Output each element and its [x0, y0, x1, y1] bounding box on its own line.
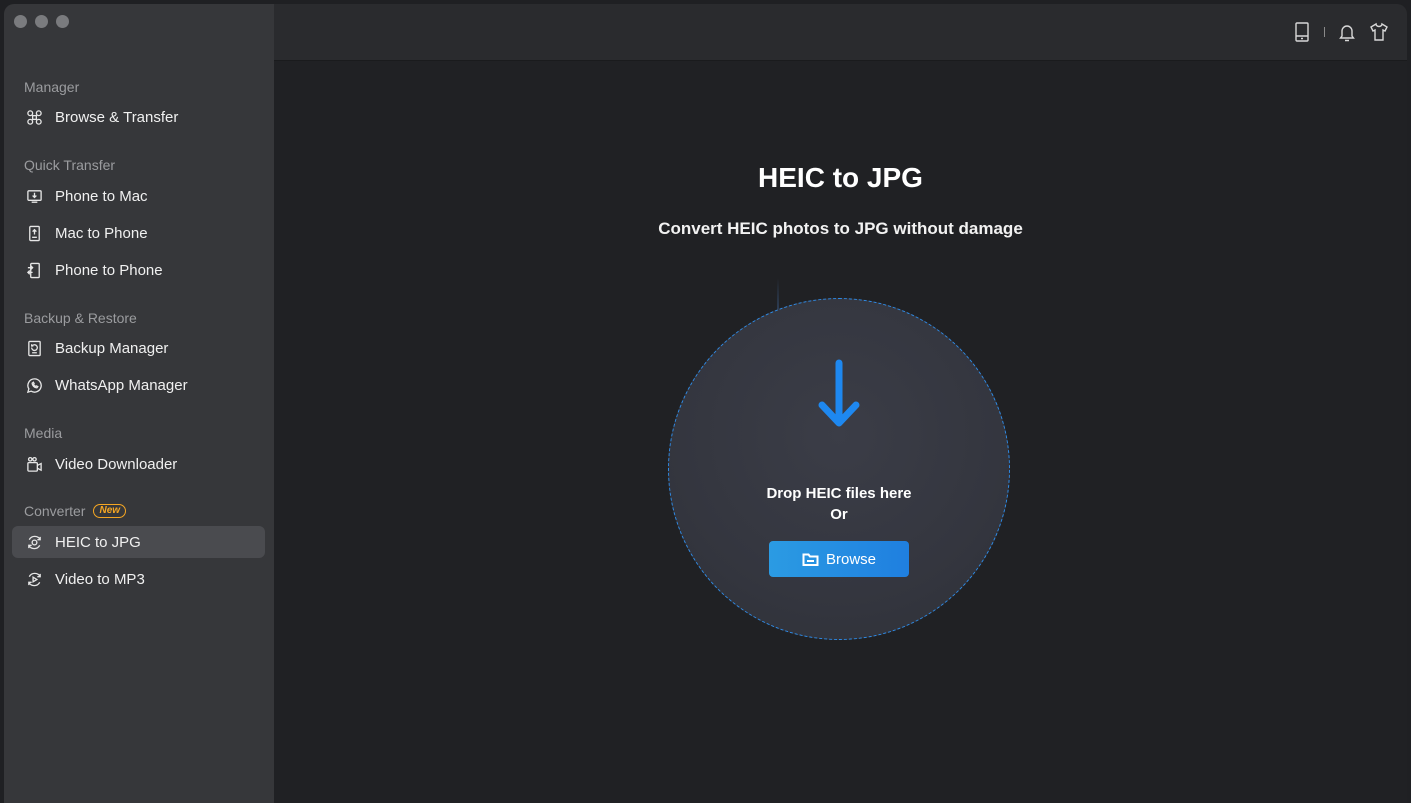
new-badge: New — [93, 504, 127, 518]
sidebar-item-heic-to-jpg[interactable]: HEIC to JPG — [12, 526, 265, 558]
minimize-window-button[interactable] — [35, 15, 48, 28]
or-text: Or — [830, 506, 848, 523]
drop-instructions: Drop HEIC files here Or — [669, 483, 1009, 525]
sidebar-item-browse-transfer[interactable]: Browse & Transfer — [12, 101, 265, 133]
sidebar-item-label: Video Downloader — [55, 455, 178, 473]
sidebar-item-label: Phone to Mac — [55, 187, 148, 205]
page-title: HEIC to JPG — [758, 162, 923, 193]
browse-button-label: Browse — [825, 550, 877, 568]
close-window-button[interactable] — [14, 15, 27, 28]
sidebar-item-label: Phone to Phone — [55, 261, 163, 279]
app-window: Manager Browse & Transfer Quick Transfer… — [4, 4, 1407, 803]
phone-to-phone-icon — [25, 261, 43, 279]
backup-icon — [25, 339, 43, 357]
section-title-media: Media — [24, 425, 63, 441]
browse-button[interactable]: Browse — [769, 541, 909, 577]
sidebar-item-whatsapp-manager[interactable]: WhatsApp Manager — [12, 369, 265, 401]
sidebar-item-label: HEIC to JPG — [55, 533, 141, 551]
image-convert-icon — [25, 533, 43, 551]
mac-to-phone-icon — [25, 224, 43, 242]
bell-icon[interactable] — [1337, 21, 1357, 43]
sidebar-item-label: Video to MP3 — [55, 570, 145, 588]
section-title-quick-transfer: Quick Transfer — [24, 157, 116, 173]
section-title-label: Converter — [24, 503, 86, 519]
arrow-down-icon — [818, 359, 860, 427]
drop-zone[interactable]: Drop HEIC files here Or Browse — [668, 298, 1010, 640]
tshirt-icon[interactable] — [1369, 21, 1389, 43]
window-controls — [14, 15, 69, 28]
sidebar-item-label: Browse & Transfer — [55, 108, 179, 126]
section-title-converter: Converter New — [24, 503, 127, 519]
phone-to-mac-icon — [25, 187, 43, 205]
device-icon[interactable] — [1292, 21, 1312, 43]
section-title-manager: Manager — [24, 79, 80, 95]
top-toolbar — [274, 4, 1407, 61]
sidebar-item-backup-manager[interactable]: Backup Manager — [12, 332, 265, 364]
sidebar: Manager Browse & Transfer Quick Transfer… — [4, 4, 274, 803]
section-title-backup-restore: Backup & Restore — [24, 310, 137, 326]
toolbar-icons — [1292, 21, 1389, 43]
sidebar-item-mac-to-phone[interactable]: Mac to Phone — [12, 217, 265, 249]
video-camera-icon — [25, 455, 43, 473]
sidebar-item-label: WhatsApp Manager — [55, 376, 188, 394]
zoom-window-button[interactable] — [56, 15, 69, 28]
folder-icon — [802, 553, 819, 566]
page-subtitle: Convert HEIC photos to JPG without damag… — [658, 219, 1023, 238]
whatsapp-icon — [25, 376, 43, 394]
sidebar-item-phone-to-mac[interactable]: Phone to Mac — [12, 180, 265, 212]
sidebar-item-label: Mac to Phone — [55, 224, 148, 242]
sidebar-item-phone-to-phone[interactable]: Phone to Phone — [12, 254, 265, 286]
sidebar-item-video-downloader[interactable]: Video Downloader — [12, 448, 265, 480]
main-content: HEIC to JPG Convert HEIC photos to JPG w… — [274, 4, 1407, 803]
sidebar-item-label: Backup Manager — [55, 339, 169, 357]
toolbar-divider — [1324, 27, 1325, 37]
sidebar-item-video-to-mp3[interactable]: Video to MP3 — [12, 563, 265, 595]
video-convert-icon — [25, 570, 43, 588]
command-icon — [25, 108, 43, 126]
drop-text: Drop HEIC files here — [766, 485, 912, 502]
